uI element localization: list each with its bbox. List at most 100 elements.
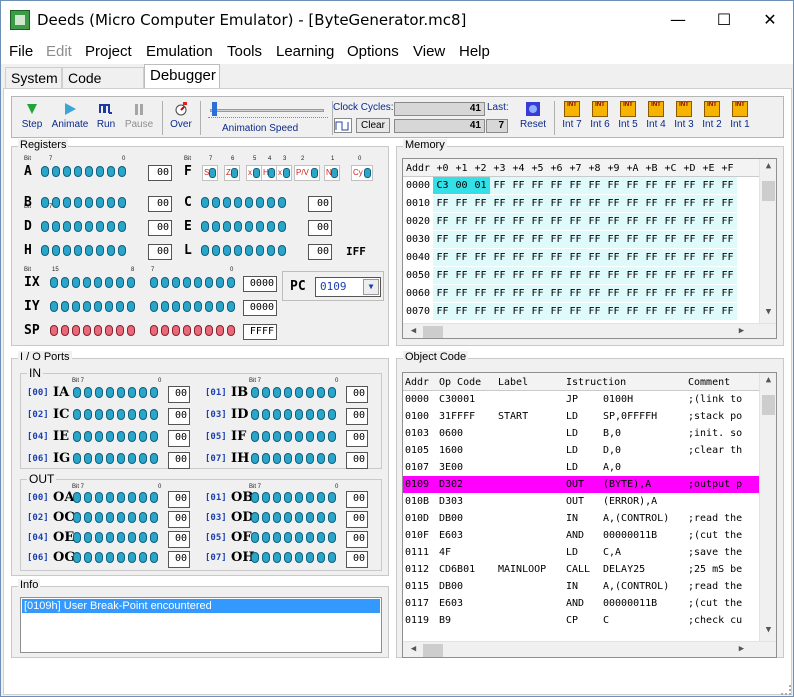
register-bit[interactable] [295,409,303,420]
register-bit[interactable] [96,221,104,232]
register-bit[interactable] [72,325,80,336]
menu-edit[interactable]: Edit [46,43,72,60]
memory-byte[interactable]: FF [642,249,661,266]
register-bit[interactable] [262,387,270,398]
register-bit[interactable] [201,245,209,256]
memory-vscrollbar[interactable]: ▲ ▼ [759,159,776,323]
object-code-vscrollbar[interactable]: ▲ ▼ [759,373,776,641]
register-bit[interactable] [95,431,103,442]
memory-byte[interactable]: FF [471,195,490,212]
register-bit[interactable] [328,492,336,503]
memory-byte[interactable]: FF [604,267,623,284]
memory-byte[interactable]: FF [566,267,585,284]
memory-byte[interactable]: FF [547,195,566,212]
register-bit[interactable] [52,197,60,208]
register-bit[interactable] [256,245,264,256]
flag-x-cell[interactable]: x [276,165,292,181]
register-bit[interactable] [96,245,104,256]
register-bit[interactable] [284,492,292,503]
memory-byte[interactable]: FF [452,213,471,230]
memory-byte[interactable]: FF [490,213,509,230]
memory-byte[interactable]: FF [490,195,509,212]
flag-s-cell[interactable]: S [202,165,218,181]
register-bit[interactable] [74,166,82,177]
memory-vscroll-thumb[interactable] [762,181,775,201]
register-bit[interactable] [139,512,147,523]
memory-byte[interactable]: FF [585,195,604,212]
memory-byte[interactable]: FF [623,195,642,212]
memory-byte[interactable]: FF [718,195,737,212]
register-bit[interactable] [116,277,124,288]
register-bit[interactable] [139,409,147,420]
flag-n-cell[interactable]: N [324,165,340,181]
register-bit[interactable] [73,409,81,420]
int1-button[interactable]: INT Int 1 [727,99,753,137]
register-bit[interactable] [139,552,147,563]
memory-byte[interactable]: FF [661,177,680,194]
register-bit[interactable] [73,492,81,503]
memory-byte[interactable]: FF [433,213,452,230]
port-ib-value[interactable]: 00 [346,386,368,403]
memory-byte[interactable]: FF [661,285,680,302]
register-bit[interactable] [172,325,180,336]
menu-tools[interactable]: Tools [227,43,262,60]
scroll-left-icon[interactable]: ◀ [405,326,422,336]
register-bit[interactable] [317,431,325,442]
memory-byte[interactable]: FF [699,231,718,248]
register-bit[interactable] [117,387,125,398]
register-bit[interactable] [205,301,213,312]
register-bit[interactable] [73,387,81,398]
register-bit[interactable] [84,552,92,563]
register-bit[interactable] [284,453,292,464]
memory-byte[interactable]: FF [680,303,699,320]
memory-byte[interactable]: FF [642,195,661,212]
register-bit[interactable] [306,532,314,543]
object-code-row[interactable]: 0100 31FFFF START LD SP,0FFFFH ;stack po [403,408,759,425]
memory-byte[interactable]: FF [699,285,718,302]
memory-byte[interactable]: FF [623,249,642,266]
register-bit[interactable] [117,492,125,503]
minimize-button[interactable]: — [655,1,701,39]
memory-row[interactable]: 0000 C3 00 01 FF FF FF FF FF FF FF FF FF FF FF FF FF [403,177,759,194]
int3-button[interactable]: INT Int 3 [671,99,697,137]
memory-byte[interactable]: FF [661,213,680,230]
register-bit[interactable] [84,387,92,398]
register-bit[interactable] [107,245,115,256]
register-bit[interactable] [106,512,114,523]
register-bit[interactable] [223,221,231,232]
register-bit[interactable] [118,221,126,232]
register-bit[interactable] [127,277,135,288]
memory-byte[interactable]: FF [566,213,585,230]
register-bit[interactable] [317,532,325,543]
menu-view[interactable]: View [413,43,445,60]
register-bit[interactable] [95,409,103,420]
register-bit[interactable] [262,409,270,420]
memory-row[interactable]: 0060 FF FF FF FF FF FF FF FF FF FF FF FF FF FF FF FF [403,285,759,302]
register-bit[interactable] [139,453,147,464]
register-bit[interactable] [84,492,92,503]
memory-byte[interactable]: FF [661,303,680,320]
memory-byte[interactable]: FF [623,231,642,248]
register-bit[interactable] [223,197,231,208]
register-bit[interactable] [96,166,104,177]
register-bit[interactable] [150,453,158,464]
memory-byte[interactable]: FF [528,267,547,284]
register-bit[interactable] [306,431,314,442]
register-bit[interactable] [63,197,71,208]
register-bit[interactable] [295,552,303,563]
register-ix-value[interactable]: 0000 [243,276,277,292]
register-bit[interactable] [128,409,136,420]
port-of-value[interactable]: 00 [346,531,368,548]
register-bit[interactable] [150,301,158,312]
flag-bit[interactable] [231,168,238,178]
memory-byte[interactable]: FF [452,195,471,212]
register-bit[interactable] [328,409,336,420]
register-bit[interactable] [128,532,136,543]
register-bit[interactable] [194,325,202,336]
register-bit[interactable] [83,301,91,312]
memory-grid[interactable]: ▲ ▼ ◀ ▶ Addr +0 +1 +2 +3 +4 +5 +6 +7 +8 +9 +A +B +C +D… [402,158,777,339]
register-bit[interactable] [212,245,220,256]
register-iy-value[interactable]: 0000 [243,300,277,316]
register-bit[interactable] [227,277,235,288]
memory-byte[interactable]: FF [718,231,737,248]
